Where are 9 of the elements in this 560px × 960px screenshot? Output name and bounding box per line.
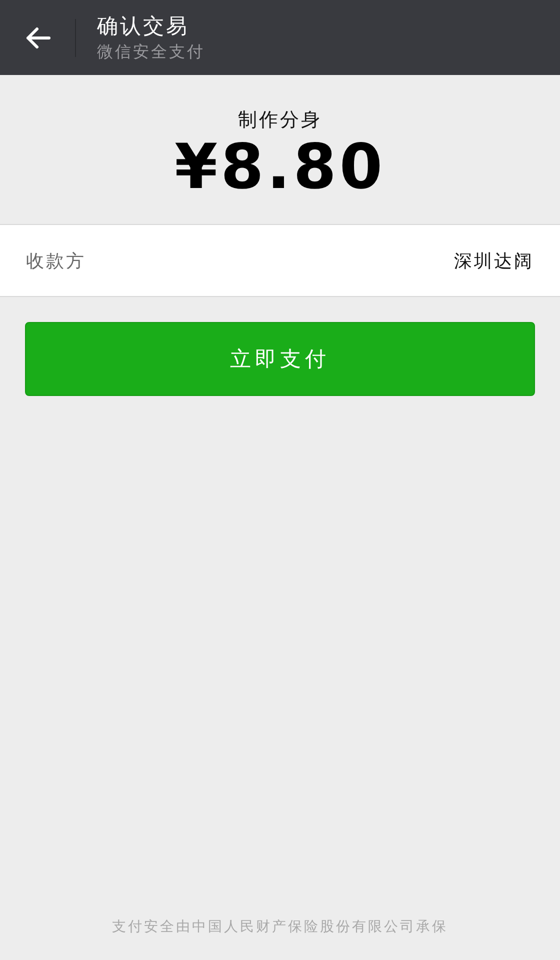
payee-name: 深圳达阔	[454, 250, 534, 272]
payment-amount: ¥8.80	[174, 133, 386, 202]
payee-label: 收款方	[26, 250, 86, 272]
product-name: 制作分身	[238, 108, 322, 134]
pay-button[interactable]: 立即支付	[25, 322, 535, 396]
page-title: 确认交易	[97, 13, 190, 40]
page-subtitle: 微信安全支付	[97, 42, 205, 63]
insurance-note: 支付安全由中国人民财产保险股份有限公司承保	[112, 918, 448, 936]
back-arrow-icon[interactable]	[25, 26, 51, 50]
